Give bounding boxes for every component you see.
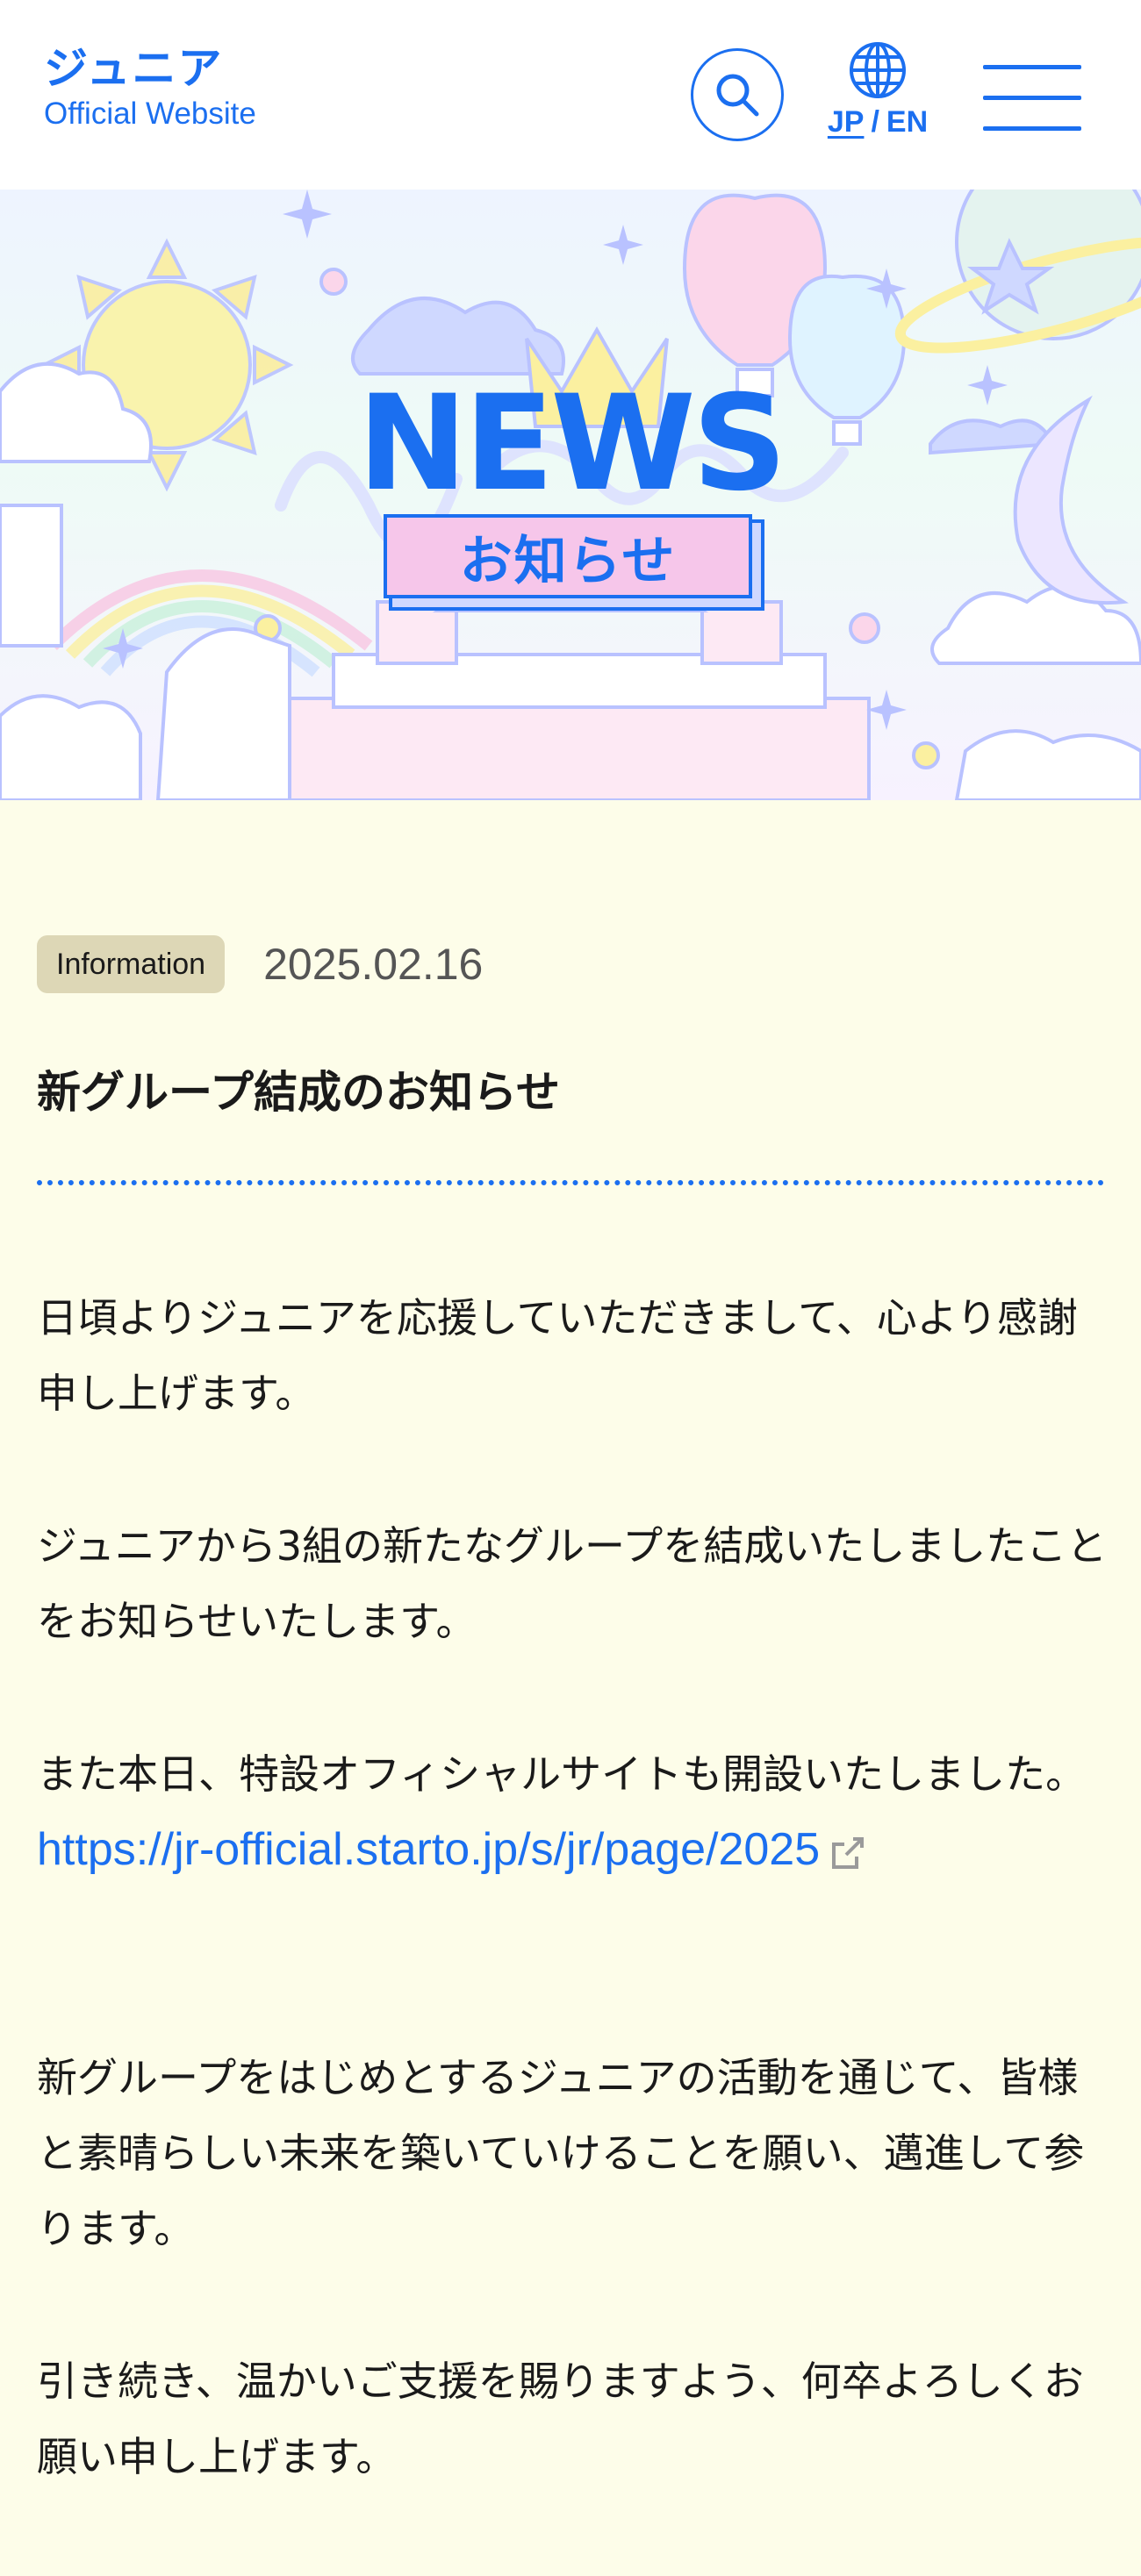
logo-title: ジュニア <box>44 43 224 94</box>
site-header: ジュニア Official Website JP / EN <box>0 0 1141 190</box>
title-divider <box>37 1180 1104 1185</box>
site-logo[interactable]: ジュニア Official Website <box>44 42 256 133</box>
external-link-icon <box>832 1836 865 1869</box>
hamburger-menu-icon <box>983 65 1081 69</box>
article-meta: Information 2025.02.16 <box>37 935 483 993</box>
news-hero-banner: NEWS お知らせ <box>0 190 1141 800</box>
hero-subtitle: お知らせ <box>459 530 677 592</box>
hero-title: NEWS <box>357 368 787 520</box>
language-links: JP / EN <box>812 105 944 140</box>
search-icon <box>716 74 759 117</box>
special-site-link-line: https://jr-official.starto.jp/s/jr/page/… <box>37 1812 1108 1888</box>
article-paragraph: 引き続き、温かいご支援を賜りますよう、何卒よろしくお願い申し上げます。 <box>37 2358 1084 2480</box>
category-badge: Information <box>37 935 226 993</box>
logo-subtitle: Official Website <box>44 97 256 131</box>
search-button[interactable] <box>691 48 784 141</box>
article-paragraph-with-link: また本日、特設オフィシャルサイトも開設いたしました。 https://jr-of… <box>37 1736 1108 1888</box>
hamburger-menu-icon <box>983 96 1081 100</box>
hero-subtitle-badge: お知らせ <box>384 514 752 598</box>
article-paragraph: 日頃よりジュニアを応援していただきまして、心より感謝申し上げます。 <box>37 1294 1078 1417</box>
hamburger-menu-button[interactable] <box>983 61 1081 135</box>
special-site-link[interactable]: https://jr-official.starto.jp/s/jr/page/… <box>37 1824 820 1875</box>
article-paragraph: 新グループをはじめとするジュニアの活動を通じて、皆様と素晴らしい未来を築いていけ… <box>37 2054 1085 2252</box>
article-paragraph: また本日、特設オフィシャルサイトも開設いたしました。 <box>37 1750 1087 1798</box>
globe-icon <box>850 42 906 98</box>
article-paragraph: ジュニアから3組の新たなグループを結成いたしましたことをお知らせいたします。 <box>37 1522 1108 1645</box>
language-switcher: JP / EN <box>812 40 944 140</box>
hamburger-menu-icon <box>983 126 1081 131</box>
article-title: 新グループ結成のお知らせ <box>37 1067 560 1118</box>
lang-en-link[interactable]: EN <box>886 105 928 139</box>
lang-separator: / <box>871 105 879 139</box>
article-date: 2025.02.16 <box>263 940 484 989</box>
lang-jp-link[interactable]: JP <box>828 105 865 139</box>
